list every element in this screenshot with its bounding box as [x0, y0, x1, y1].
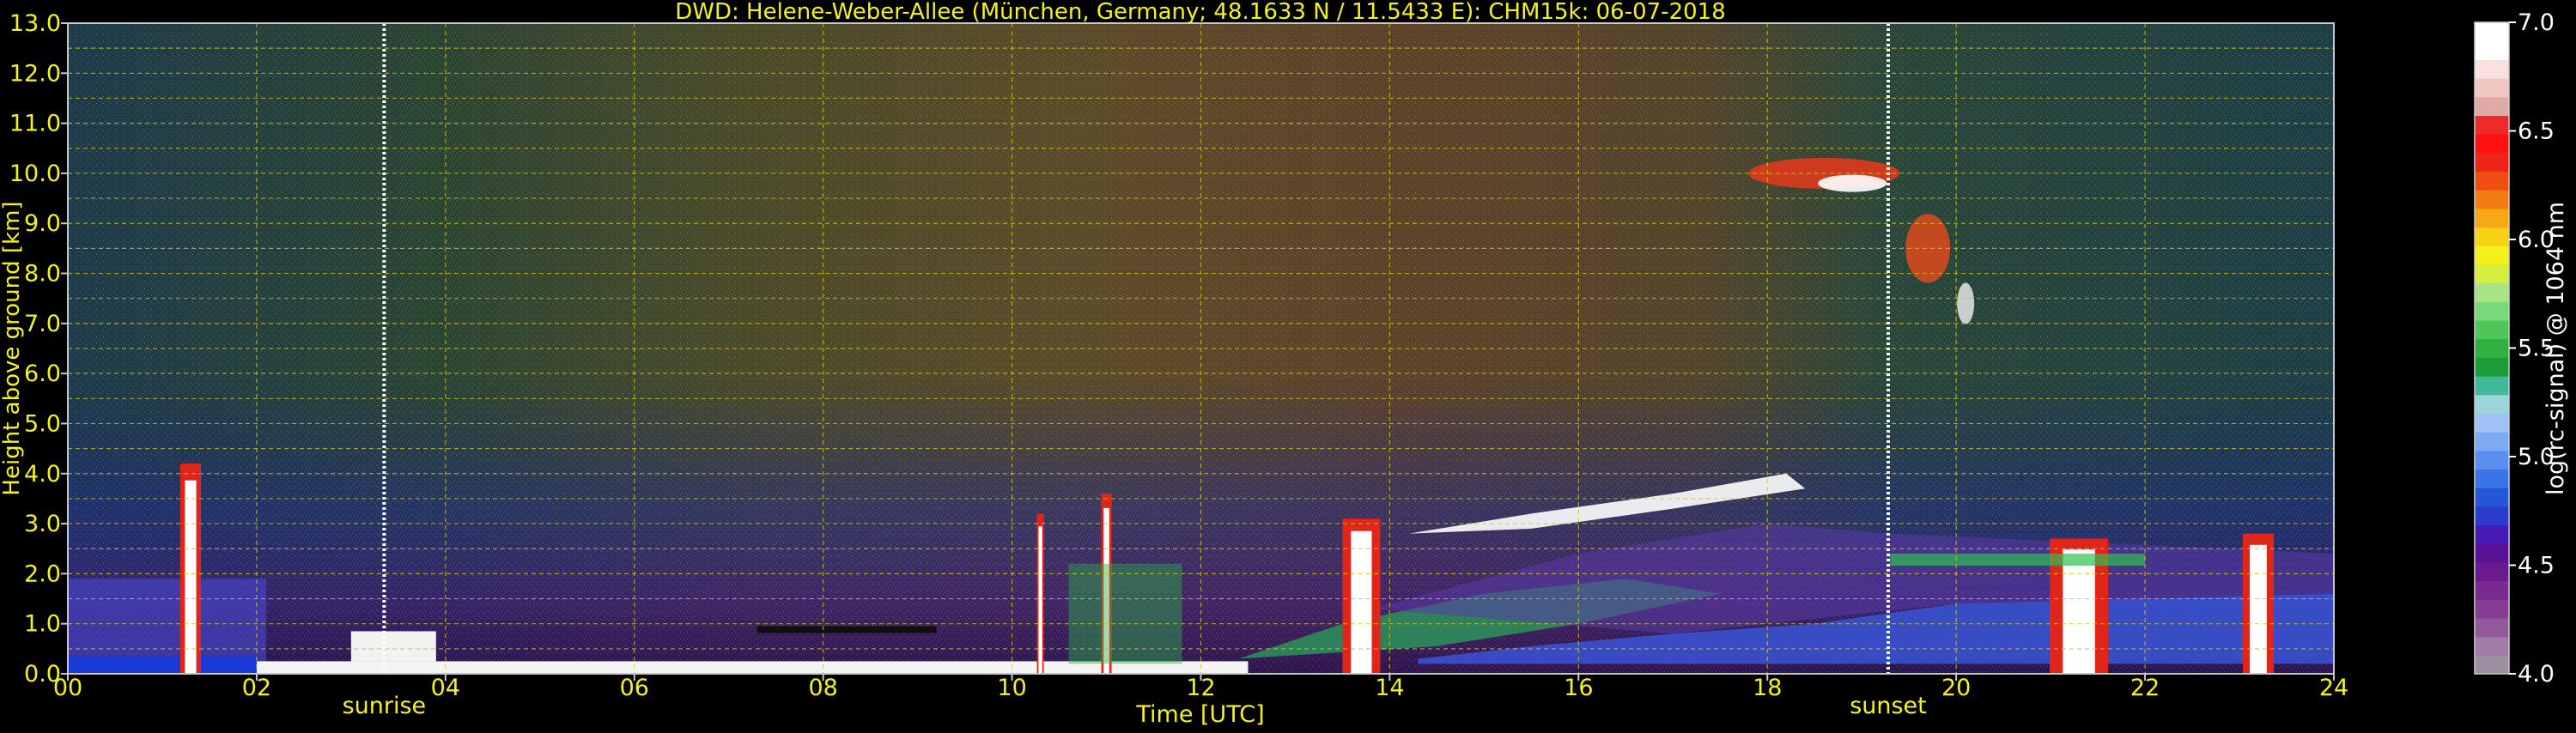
colorbar-segment: [2475, 357, 2509, 377]
colorbar-segment: [2475, 394, 2509, 414]
colorbar-segment: [2475, 376, 2509, 396]
colorbar-segment: [2475, 543, 2509, 563]
y-tick-label: 13.0: [9, 10, 61, 37]
x-tick-label: 14: [1375, 675, 1404, 701]
colorbar-segment: [2475, 561, 2509, 582]
y-tick-label: 10.0: [9, 161, 61, 187]
colorbar-segment: [2475, 134, 2509, 154]
colorbar-segment: [2475, 171, 2509, 191]
x-tick-label: 02: [242, 675, 271, 701]
y-tick-label: 4.0: [24, 461, 61, 488]
colorbar-segment: [2475, 469, 2509, 488]
y-tick-label: 1.0: [24, 611, 61, 638]
sunset-label: sunset: [1850, 693, 1927, 719]
colorbar-tick-label: 6.5: [2518, 118, 2555, 145]
colorbar-segment: [2475, 432, 2509, 451]
colorbar-segment: [2475, 40, 2509, 60]
colorbar-label: log(rc-signal) @ 1064 nm: [2543, 202, 2569, 495]
colorbar-segment: [2475, 488, 2509, 507]
colorbar-tick-label: 7.0: [2518, 9, 2555, 36]
colorbar-segment: [2475, 580, 2509, 600]
x-tick-label: 06: [620, 675, 649, 701]
colorbar-segment: [2475, 655, 2509, 675]
colorbar-segment: [2475, 208, 2509, 228]
colorbar-segment: [2475, 227, 2509, 246]
colorbar-segment: [2475, 115, 2509, 135]
y-tick-label: 0.0: [24, 661, 61, 688]
colorbar-segment: [2475, 319, 2509, 340]
colorbar-segment: [2475, 96, 2509, 117]
colorbar-segment: [2475, 506, 2509, 526]
colorbar-segment: [2475, 524, 2509, 544]
colorbar-segment: [2475, 301, 2509, 321]
colorbar-tick-label: 4.5: [2518, 553, 2555, 579]
y-tick-label: 11.0: [9, 111, 61, 137]
y-tick-label: 6.0: [24, 360, 61, 387]
colorbar-segment: [2475, 245, 2509, 265]
y-tick-label: 2.0: [24, 560, 61, 587]
colorbar-segment: [2475, 450, 2509, 470]
y-tick-label: 9.0: [24, 210, 61, 237]
colorbar-segment: [2475, 59, 2509, 79]
x-tick-label: 10: [997, 675, 1026, 701]
sunrise-label: sunrise: [343, 693, 427, 719]
y-tick-label: 7.0: [24, 311, 61, 337]
lidar-chart: sunrise sunset 00 02 04 06 08 10 12 14 16 18 20 22 24 0…: [0, 0, 2576, 730]
x-axis-label: Time [UTC]: [1135, 701, 1264, 728]
colorbar-segment: [2475, 617, 2509, 638]
colorbar-segment: [2475, 636, 2509, 656]
x-tick-label: 24: [2319, 675, 2348, 701]
colorbar-segment: [2475, 599, 2509, 619]
colorbar-segment: [2475, 78, 2509, 98]
x-tick-label: 12: [1186, 675, 1215, 701]
colorbar-segment: [2475, 413, 2509, 433]
colorbar-segment: [2475, 282, 2509, 302]
y-axis-label: Height above ground [km]: [0, 201, 25, 495]
colorbar-segment: [2475, 190, 2509, 209]
x-tick-label: 08: [808, 675, 837, 701]
colorbar-segment: [2475, 152, 2509, 173]
colorbar-segment: [2475, 22, 2509, 42]
chart-title: DWD: Helene-Weber-Allee (München, German…: [675, 0, 1726, 25]
x-tick-label: 20: [1941, 675, 1971, 701]
colorbar-segment: [2475, 264, 2509, 284]
y-tick-label: 8.0: [24, 261, 61, 288]
y-tick-label: 3.0: [24, 511, 61, 537]
x-tick-label: 04: [431, 675, 460, 701]
colorbar-tick-label: 4.0: [2518, 661, 2555, 688]
x-tick-label: 22: [2130, 675, 2160, 701]
colorbar-segment: [2475, 338, 2509, 358]
chart-svg: sunrise sunset00 02 04 06 08 10 12 14 16 18 20 22 240…: [0, 0, 2569, 728]
x-tick-label: 18: [1753, 675, 1782, 701]
y-tick-label: 5.0: [24, 410, 61, 437]
y-tick-label: 12.0: [9, 60, 61, 87]
x-tick-label: 16: [1564, 675, 1593, 701]
